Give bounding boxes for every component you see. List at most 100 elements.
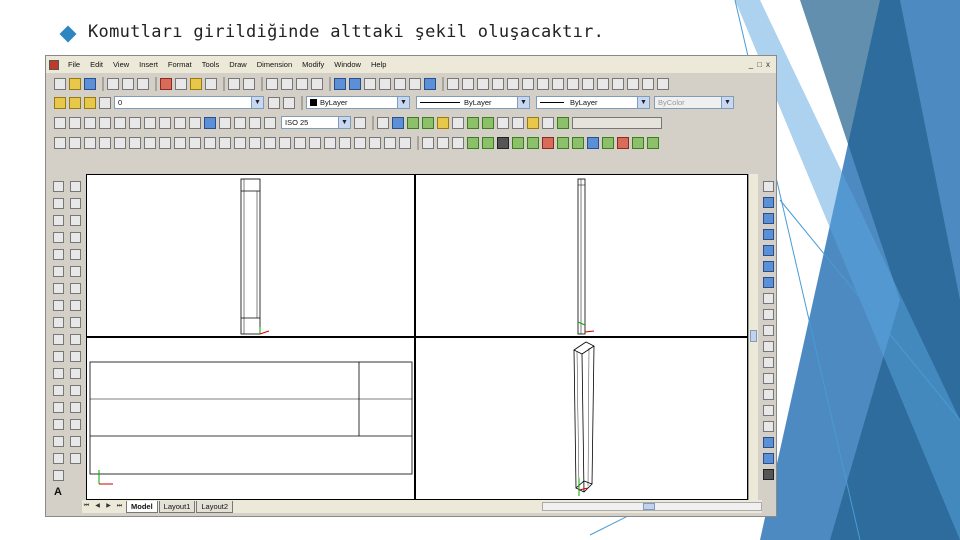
table-icon[interactable] [52, 470, 64, 481]
ucs-previous-icon[interactable] [477, 77, 489, 90]
menu-edit[interactable]: Edit [85, 60, 108, 69]
ucs-icon[interactable] [447, 77, 459, 90]
sphere-icon[interactable] [69, 136, 81, 149]
angular-dim-icon[interactable] [129, 116, 141, 129]
menu-tools[interactable]: Tools [197, 60, 225, 69]
flat-edges-icon[interactable] [762, 453, 774, 464]
ne-iso-icon[interactable] [762, 325, 774, 336]
copy-faces-icon[interactable] [399, 136, 411, 149]
offset-faces-icon[interactable] [339, 136, 351, 149]
sw-iso-icon[interactable] [762, 293, 774, 304]
aligned-dim-icon[interactable] [69, 116, 81, 129]
ucs-named-icon[interactable] [642, 77, 654, 90]
dim-text-edit-icon[interactable] [249, 116, 261, 129]
ucs-view-icon[interactable] [522, 77, 534, 90]
mirror-icon[interactable] [69, 215, 81, 226]
ucs-z-icon[interactable] [612, 77, 624, 90]
polygon-icon[interactable] [52, 232, 64, 243]
render-icon[interactable] [392, 116, 404, 129]
landscape-edit-icon[interactable] [617, 136, 629, 149]
plot-icon[interactable] [107, 77, 119, 90]
quick-dim-icon[interactable] [144, 116, 156, 129]
line-icon[interactable] [52, 181, 64, 192]
camera-icon[interactable] [762, 357, 774, 368]
se-iso-icon[interactable] [762, 309, 774, 320]
viewport-top[interactable] [87, 338, 414, 499]
radius-dim-icon[interactable] [99, 116, 111, 129]
ellipse-arc-icon[interactable] [52, 351, 64, 362]
rectangle-icon[interactable] [52, 249, 64, 260]
spline-icon[interactable] [52, 317, 64, 328]
restore-button[interactable]: □ [757, 60, 762, 69]
render-prefs-icon[interactable] [647, 136, 659, 149]
setup-profile-icon[interactable] [249, 136, 261, 149]
chevron-down-icon[interactable]: ▼ [517, 97, 529, 108]
zoom-window-icon[interactable] [296, 77, 308, 90]
tab-model[interactable]: Model [126, 500, 158, 513]
construction-line-icon[interactable] [52, 198, 64, 209]
ordinate-dim-icon[interactable] [84, 116, 96, 129]
rotate-faces-icon[interactable] [369, 136, 381, 149]
light-icon[interactable] [527, 136, 539, 149]
extrude-icon[interactable] [144, 136, 156, 149]
menu-format[interactable]: Format [163, 60, 197, 69]
preview-icon[interactable] [122, 77, 134, 90]
torus-icon[interactable] [129, 136, 141, 149]
tab-layout1[interactable]: Layout1 [158, 500, 196, 513]
chevron-down-icon[interactable]: ▼ [338, 117, 350, 128]
left-view-icon[interactable] [762, 229, 774, 240]
copy-object-icon[interactable] [69, 198, 81, 209]
ucs-3point-icon[interactable] [567, 77, 579, 90]
ucs-x-icon[interactable] [582, 77, 594, 90]
new-landscape-icon[interactable] [512, 116, 524, 129]
3d-zoom-icon[interactable] [452, 136, 464, 149]
arc-icon[interactable] [52, 266, 64, 277]
quickcalc-icon[interactable] [409, 77, 421, 90]
color-dropdown[interactable]: ByLayer ▼ [306, 96, 410, 109]
hatch-icon[interactable] [52, 419, 64, 430]
paste-icon[interactable] [190, 77, 202, 90]
hidden-icon[interactable] [762, 405, 774, 416]
ellipse-icon[interactable] [52, 334, 64, 345]
insert-block-icon[interactable] [52, 368, 64, 379]
viewport-side[interactable] [416, 175, 747, 336]
3d-pan-icon[interactable] [437, 136, 449, 149]
chevron-down-icon[interactable]: ▼ [637, 97, 649, 108]
3d-orbit-icon[interactable] [422, 136, 434, 149]
menu-dimension[interactable]: Dimension [252, 60, 297, 69]
scroll-thumb[interactable] [750, 330, 757, 342]
trim-icon[interactable] [69, 334, 81, 345]
chamfer-icon[interactable] [69, 419, 81, 430]
first-tab-button[interactable]: ⏮ [82, 502, 91, 511]
ucs-zaxis-icon[interactable] [552, 77, 564, 90]
shade-icon[interactable] [467, 136, 479, 149]
render-hide-icon[interactable] [377, 116, 389, 129]
delete-faces-icon[interactable] [354, 136, 366, 149]
named-views-icon[interactable] [762, 181, 774, 192]
rotate-icon[interactable] [69, 283, 81, 294]
properties-icon[interactable] [334, 77, 346, 90]
menu-view[interactable]: View [108, 60, 134, 69]
explode-icon[interactable] [69, 453, 81, 464]
fog-icon[interactable] [497, 116, 509, 129]
ucs-face-icon[interactable] [492, 77, 504, 90]
horizontal-scrollbar[interactable] [542, 502, 762, 511]
gouraud-edges-icon[interactable] [762, 469, 774, 480]
box-icon[interactable] [54, 136, 66, 149]
tab-layout2[interactable]: Layout2 [196, 500, 234, 513]
app-icon[interactable] [49, 59, 59, 70]
materials-icon-2[interactable] [542, 136, 554, 149]
layer-previous-icon[interactable] [283, 96, 295, 109]
setup-drawing-icon[interactable] [219, 136, 231, 149]
flat-shaded-icon[interactable] [482, 136, 494, 149]
3d-wireframe-icon[interactable] [762, 389, 774, 400]
viewport-isometric[interactable] [414, 336, 749, 501]
menu-modify[interactable]: Modify [297, 60, 329, 69]
statistics-icon[interactable] [557, 116, 569, 129]
fillet-icon[interactable] [69, 436, 81, 447]
dimstyle-dropdown[interactable]: ISO 25 ▼ [281, 116, 351, 129]
dim-edit-icon[interactable] [234, 116, 246, 129]
background-icon-2[interactable] [587, 136, 599, 149]
menu-window[interactable]: Window [329, 60, 366, 69]
2d-wireframe-icon[interactable] [762, 373, 774, 384]
